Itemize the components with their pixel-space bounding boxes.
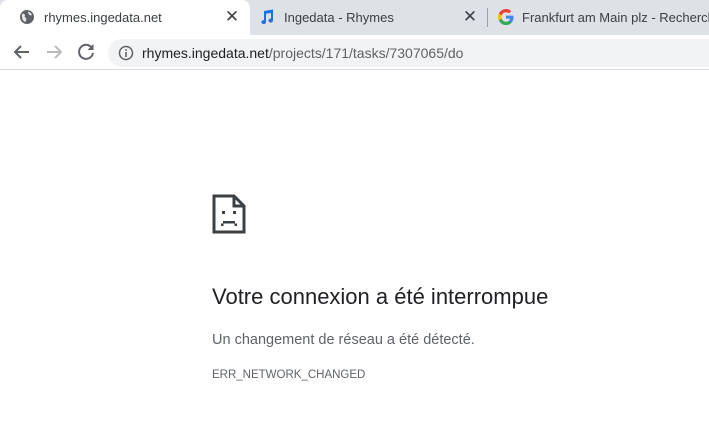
error-page: Votre connexion a été interrompue Un cha… <box>0 70 709 443</box>
tab-strip: rhymes.ingedata.net ✕ Ingedata - Rhymes … <box>0 0 709 35</box>
sad-page-icon <box>212 194 246 234</box>
tab-title: Ingedata - Rhymes <box>284 10 394 25</box>
error-code: ERR_NETWORK_CHANGED <box>212 369 366 381</box>
url-domain: rhymes.ingedata.net <box>142 45 269 61</box>
tab-close-icon[interactable]: ✕ <box>461 8 479 26</box>
error-description: Un changement de réseau a été détecté. <box>212 332 475 348</box>
globe-icon <box>20 10 34 24</box>
error-title: Votre connexion a été interrompue <box>212 284 549 309</box>
tab-rhymes-ingedata[interactable]: rhymes.ingedata.net ✕ <box>0 0 250 35</box>
tab-google-search[interactable]: Frankfurt am Main plz - Recherch <box>488 0 709 35</box>
info-icon[interactable] <box>118 45 134 61</box>
google-icon <box>498 9 514 25</box>
tab-close-icon[interactable]: ✕ <box>223 8 241 26</box>
forward-arrow-icon[interactable] <box>42 40 66 64</box>
url-path: /projects/171/tasks/7307065/do <box>268 45 464 61</box>
reload-icon[interactable] <box>74 40 98 64</box>
tab-title: rhymes.ingedata.net <box>44 10 162 25</box>
address-bar[interactable]: rhymes.ingedata.net/projects/171/tasks/7… <box>108 39 709 67</box>
tab-title: Frankfurt am Main plz - Recherch <box>522 10 709 25</box>
url-text[interactable]: rhymes.ingedata.net/projects/171/tasks/7… <box>142 45 463 61</box>
back-arrow-icon[interactable] <box>10 40 34 64</box>
music-note-icon <box>261 9 274 25</box>
tab-ingedata-rhymes[interactable]: Ingedata - Rhymes ✕ <box>250 0 487 35</box>
browser-toolbar: rhymes.ingedata.net/projects/171/tasks/7… <box>0 35 709 70</box>
